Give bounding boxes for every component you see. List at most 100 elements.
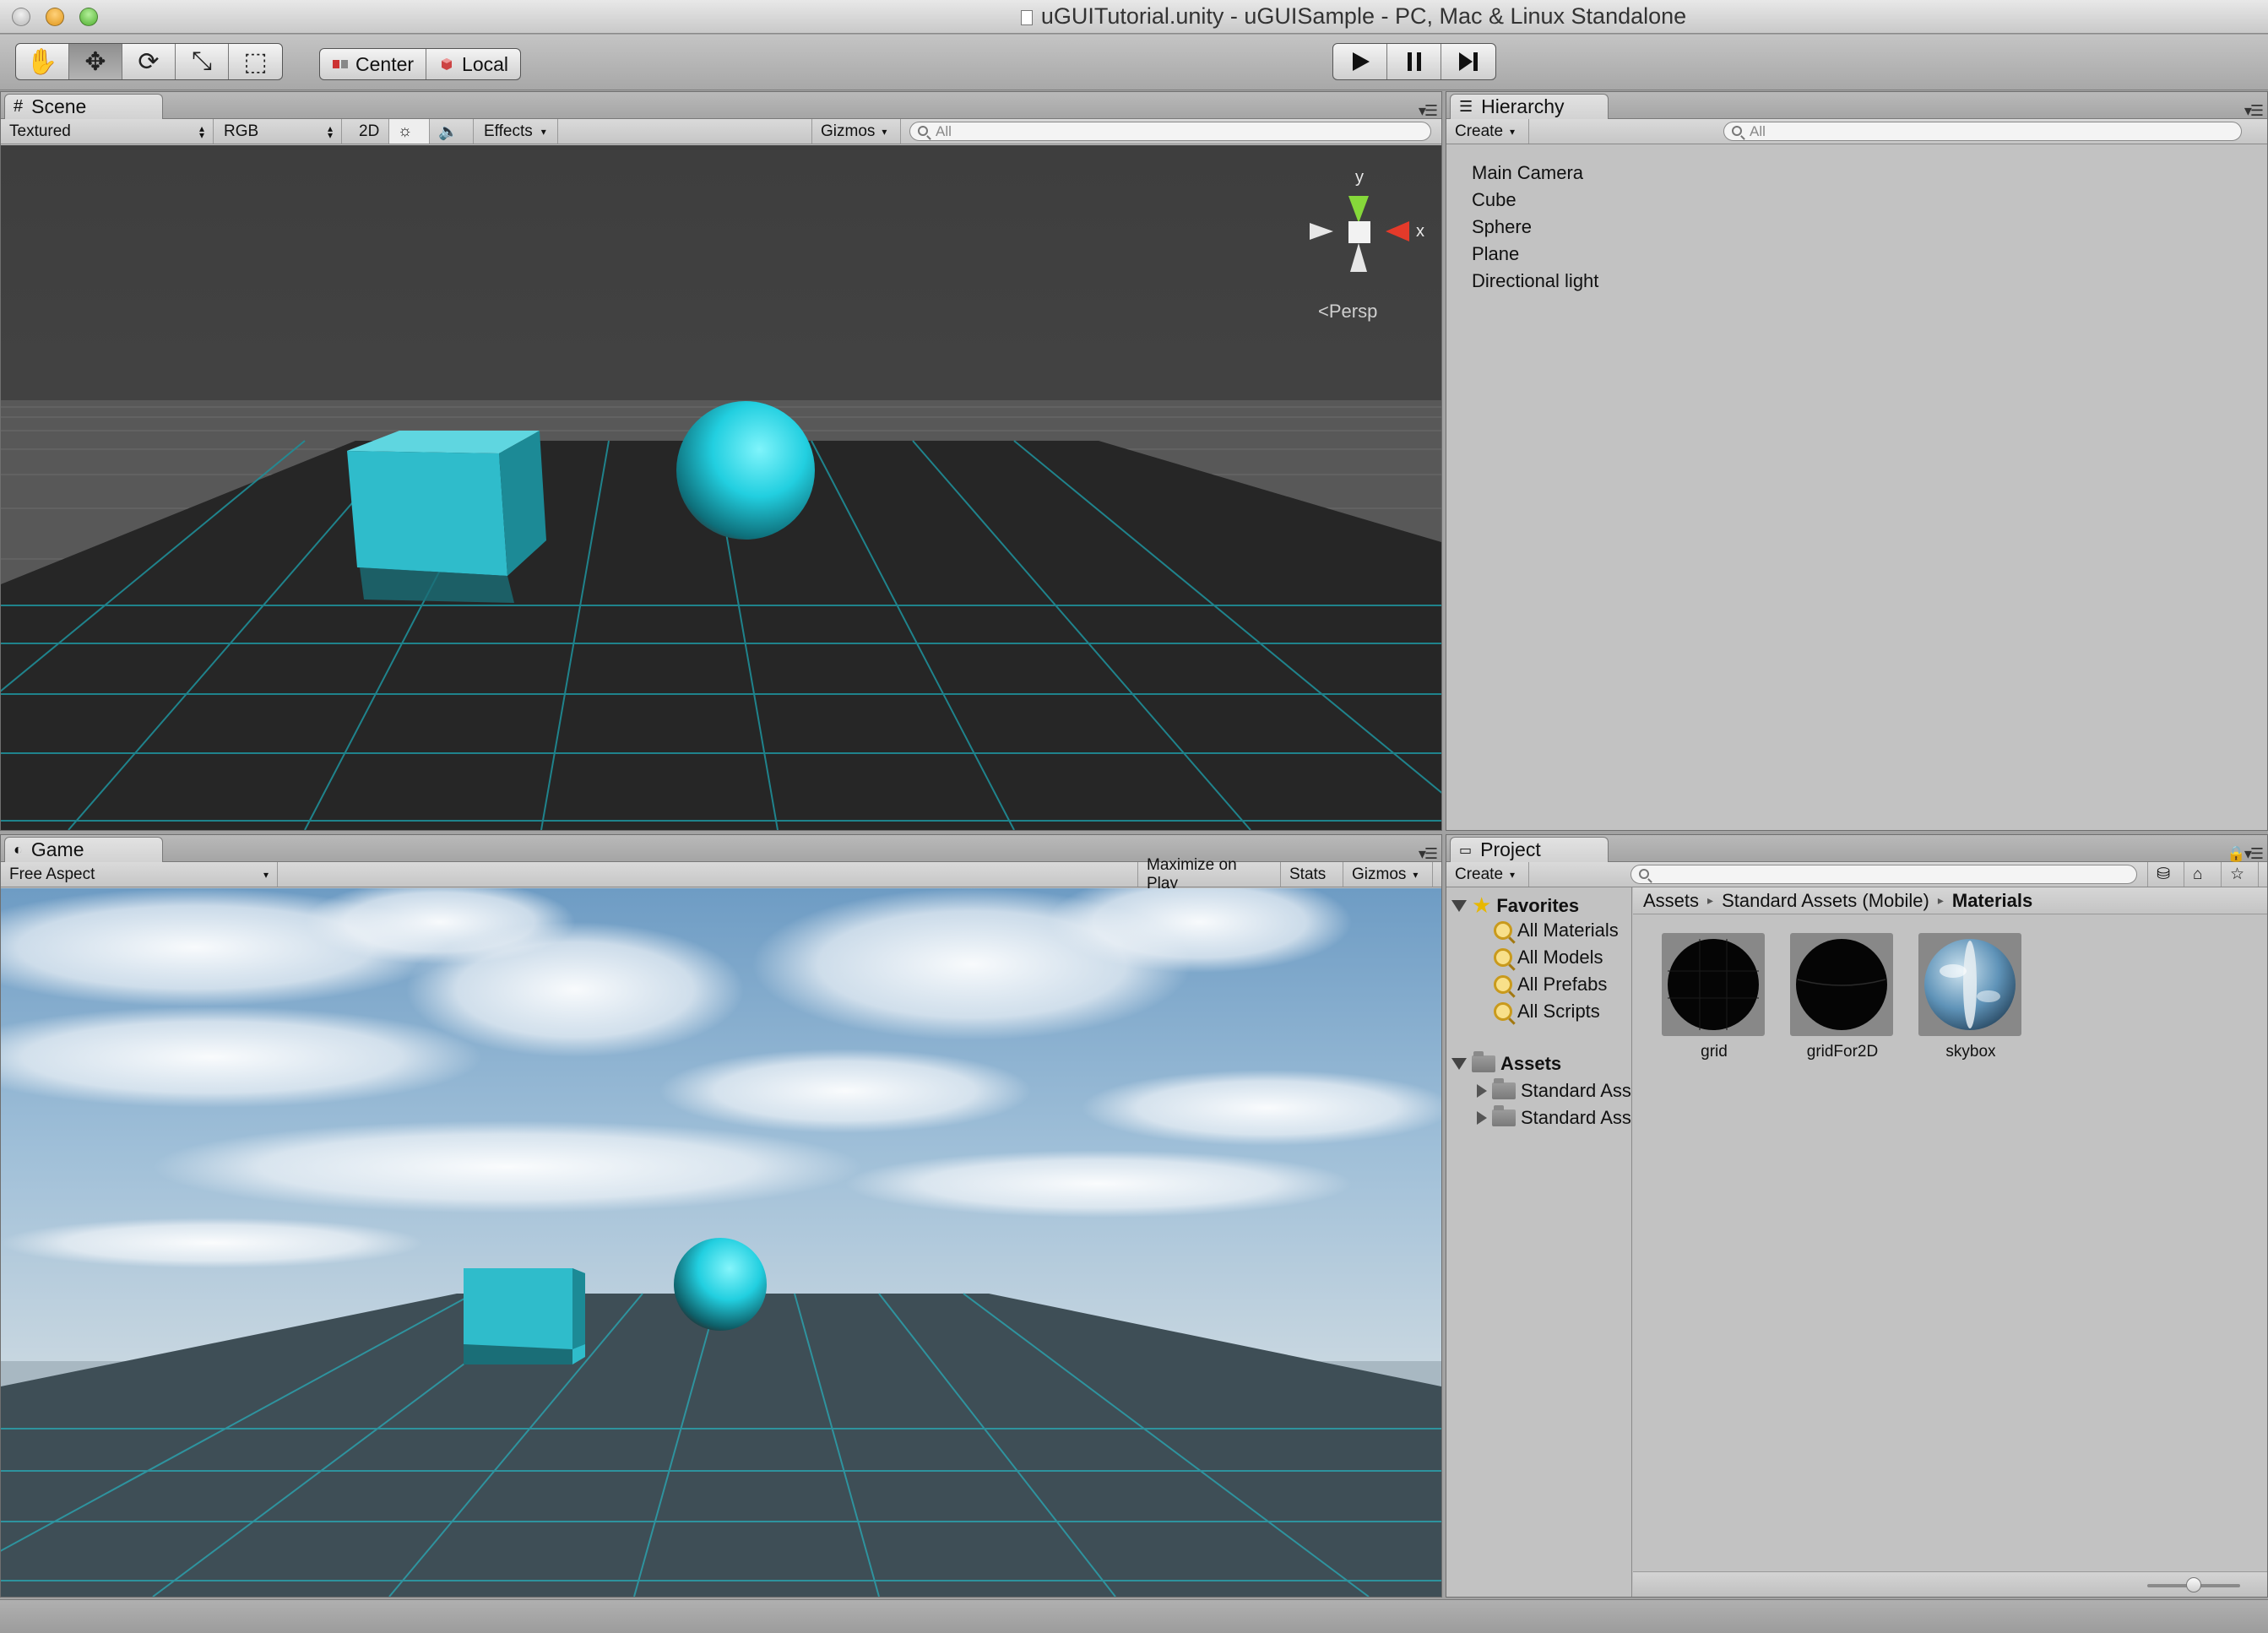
folder-icon: [1472, 1051, 1495, 1072]
hierarchy-toolbar: Create ▾ All: [1446, 119, 2267, 144]
transform-tools: ✋ ✥ ⟳ ⤡ ⬚: [15, 43, 283, 80]
render-mode-dropdown[interactable]: RGB ▴ ▾: [215, 119, 342, 144]
hierarchy-item-main-camera[interactable]: Main Camera: [1472, 162, 1583, 184]
game-panel-menu-icon[interactable]: ▾☰: [1419, 845, 1438, 863]
hierarchy-item-plane[interactable]: Plane: [1472, 243, 1519, 265]
mode-2d-toggle[interactable]: 2D: [350, 119, 389, 144]
project-create-dropdown[interactable]: Create ▾: [1446, 862, 1529, 887]
hand-tool-button[interactable]: ✋: [16, 44, 69, 79]
pivot-local-button[interactable]: Local: [426, 49, 520, 79]
material-sphere-icon: [1796, 939, 1887, 1030]
hierarchy-item-sphere[interactable]: Sphere: [1472, 216, 1532, 238]
dropdown-arrow-icon: ▾: [1413, 868, 1419, 881]
game-viewport[interactable]: [1, 888, 1441, 1597]
breadcrumb-assets[interactable]: Assets: [1643, 890, 1699, 912]
hierarchy-tabbar: ☰ Hierarchy ▾☰: [1446, 92, 2267, 119]
favorite-all-materials[interactable]: All Materials: [1494, 920, 1619, 941]
scene-toolbar: Textured ▴ ▾ RGB ▴ ▾ 2D ☼ 🔈 Effects ▾ Gizm…: [1, 119, 1441, 144]
hierarchy-search-input[interactable]: All: [1723, 122, 2242, 141]
hierarchy-item-cube[interactable]: Cube: [1472, 189, 1517, 211]
tab-game-label: Game: [30, 838, 84, 860]
dropdown-arrow-icon: ▾: [882, 125, 887, 138]
asset-grid[interactable]: grid: [1662, 933, 1766, 1061]
breadcrumb-separator-icon: ▸: [1707, 893, 1714, 907]
scene-lighting-toggle[interactable]: ☼: [389, 119, 430, 144]
scene-audio-toggle[interactable]: 🔈: [430, 119, 474, 144]
hierarchy-create-label: Create: [1455, 122, 1504, 140]
rect-tool-button[interactable]: ⬚: [229, 44, 282, 79]
folder-standard-assets-mobile[interactable]: Standard Assets (Mobile): [1477, 1105, 1631, 1129]
assets-header[interactable]: Assets: [1451, 1051, 1561, 1075]
save-search-button[interactable]: ☆: [2222, 862, 2259, 887]
dropdown-arrow-icon: ▾: [263, 868, 269, 881]
asset-gridfor2d-thumbnail: [1790, 933, 1893, 1036]
effects-dropdown[interactable]: Effects ▾: [475, 119, 558, 144]
scene-search-input[interactable]: All: [909, 122, 1431, 141]
asset-gridfor2d[interactable]: gridFor2D: [1790, 933, 1895, 1061]
favorites-header[interactable]: ★ Favorites: [1451, 892, 1579, 919]
tab-game[interactable]: ◐ Game: [4, 837, 163, 862]
pivot-center-label: Center: [355, 52, 415, 75]
tag-icon: ⌂: [2193, 865, 2203, 883]
breadcrumb: Assets ▸ Standard Assets (Mobile) ▸ Mate…: [1633, 887, 2267, 914]
maximize-on-play-toggle[interactable]: Maximize on Play: [1137, 856, 1281, 892]
pivot-center-icon: [333, 60, 348, 68]
draw-mode-dropdown[interactable]: Textured ▴ ▾: [1, 119, 214, 144]
scene-viewport[interactable]: y x <Persp: [1, 145, 1441, 830]
tab-scene[interactable]: # Scene: [4, 94, 163, 119]
rotate-tool-button[interactable]: ⟳: [122, 44, 176, 79]
pause-button[interactable]: [1387, 44, 1441, 79]
hierarchy-panel-menu-icon[interactable]: ▾☰: [2244, 102, 2264, 120]
asset-grid-thumbnail: [1662, 933, 1765, 1036]
tab-project-label: Project: [1480, 838, 1541, 860]
breadcrumb-standard-assets-mobile[interactable]: Standard Assets (Mobile): [1722, 890, 1929, 912]
stats-toggle[interactable]: Stats: [1281, 862, 1343, 887]
favorite-all-prefabs[interactable]: All Prefabs: [1494, 974, 1607, 996]
window-title-container: uGUITutorial.unity - uGUISample - PC, Ma…: [0, 3, 2268, 30]
search-icon: [918, 126, 928, 136]
search-by-type-button[interactable]: ⛁: [2147, 862, 2184, 887]
step-button[interactable]: [1441, 44, 1495, 79]
render-mode-value: RGB: [224, 122, 259, 140]
window-title: uGUITutorial.unity - uGUISample - PC, Ma…: [1040, 3, 1687, 29]
scene-gizmos-dropdown[interactable]: Gizmos ▾: [811, 119, 901, 144]
favorite-all-prefabs-label: All Prefabs: [1517, 974, 1608, 995]
pause-icon: [1407, 52, 1421, 71]
collapsed-triangle-icon: [1477, 1111, 1487, 1125]
project-search-input[interactable]: [1630, 865, 2137, 884]
skybox-material-icon: [1924, 939, 2016, 1030]
game-gizmos-dropdown[interactable]: Gizmos ▾: [1343, 862, 1433, 887]
scene-search-placeholder: All: [936, 122, 952, 139]
project-panel-menu-icon[interactable]: 🔒▾☰: [2227, 845, 2264, 863]
aspect-dropdown[interactable]: Free Aspect ▾: [1, 862, 278, 887]
favorites-label: Favorites: [1496, 894, 1580, 916]
move-tool-button[interactable]: ✥: [69, 44, 122, 79]
tab-project[interactable]: ▭ Project: [1450, 837, 1609, 862]
thumbnail-size-slider[interactable]: [2147, 1577, 2240, 1592]
scale-tool-button[interactable]: ⤡: [176, 44, 229, 79]
scene-panel: # Scene ▾☰ Textured ▴ ▾ RGB ▴ ▾ 2D ☼ 🔈 Eff…: [0, 91, 1442, 831]
dropdown-arrow-icon: ▾: [1510, 868, 1516, 881]
projection-label[interactable]: <Persp: [1318, 301, 1377, 322]
play-button[interactable]: [1333, 44, 1387, 79]
scene-tabbar: # Scene ▾☰: [1, 92, 1441, 119]
tab-hierarchy[interactable]: ☰ Hierarchy: [1450, 94, 1609, 119]
favorite-all-scripts[interactable]: All Scripts: [1494, 1001, 1600, 1023]
pivot-center-button[interactable]: Center: [320, 49, 427, 79]
asset-skybox[interactable]: skybox: [1918, 933, 2023, 1061]
project-create-label: Create: [1455, 865, 1504, 883]
hierarchy-create-dropdown[interactable]: Create ▾: [1446, 119, 1529, 144]
search-by-label-button[interactable]: ⌂: [2184, 862, 2222, 887]
favorite-all-models[interactable]: All Models: [1494, 947, 1603, 968]
breadcrumb-materials[interactable]: Materials: [1952, 890, 2032, 912]
rotate-icon: ⟳: [138, 47, 160, 76]
game-gizmos-label: Gizmos: [1352, 865, 1407, 883]
breadcrumb-separator-icon: ▸: [1937, 893, 1944, 907]
folder-standard-assets[interactable]: Standard Assets: [1477, 1078, 1631, 1102]
scene-panel-menu-icon[interactable]: ▾☰: [1419, 102, 1438, 120]
hierarchy-item-directional-light[interactable]: Directional light: [1472, 270, 1598, 292]
search-filter-icon: [1494, 975, 1512, 994]
asset-skybox-label: skybox: [1945, 1043, 1996, 1061]
star-icon: ☆: [2230, 865, 2245, 883]
thumbnail-size-slider-knob[interactable]: [2186, 1577, 2201, 1592]
